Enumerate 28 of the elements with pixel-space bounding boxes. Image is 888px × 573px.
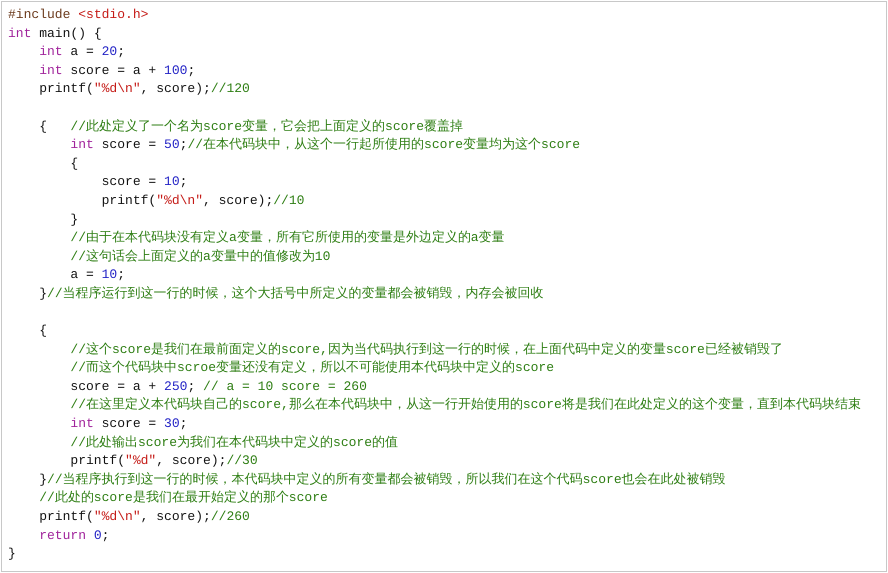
code-line: int score = 30; — [70, 415, 188, 434]
code-line: //此处的score是我们在最开始定义的那个score — [39, 489, 328, 508]
code-line: //这个score是我们在最前面定义的score,因为当代码执行到这一行的时候，在上面代码中定义的变量score已经被销毁了 — [70, 340, 783, 359]
code-line: //这句话会上面定义的a变量中的值修改为10 — [70, 248, 330, 266]
code-line: printf("%d", score);//30 — [70, 452, 258, 470]
code-line: //由于在本代码块没有定义a变量，所有它所使用的变量是外边定义的a变量 — [70, 229, 505, 248]
code-line: printf("%d\n", score);//260 — [39, 508, 250, 526]
code-line: }//当程序执行到这一行的时候，本代码块中定义的所有变量都会被销毁，所以我们在这个代码score也会在此处被销毁 — [39, 470, 726, 489]
code-line: }//当程序运行到这一行的时候，这个大括号中所定义的变量都会被销毁，内存会被回收 — [39, 284, 544, 303]
code-line: } — [8, 545, 16, 564]
code-line: score = 10; — [102, 173, 188, 192]
code-line: int a = 20; — [39, 43, 126, 62]
code-line: { //此处定义了一个名为score变量，它会把上面定义的score覆盖掉 — [39, 118, 464, 136]
code-line: a = 10; — [70, 266, 126, 284]
code-line: #include <stdio.h> — [8, 6, 148, 24]
code-line: //而这个代码块中scroe变量还没有定义，所以不可能使用本代码块中定义的score — [70, 359, 554, 378]
code-line: score = a + 250; // a = 10 score = 260 — [70, 378, 367, 396]
code-line: { — [70, 154, 78, 173]
code-line: int score = 50;//在本代码块中，从这个一行起所使用的score变量均为这个score — [70, 136, 580, 154]
code-line: { — [39, 322, 48, 340]
code-line: int score = a + 100; — [39, 62, 196, 80]
code-line: printf("%d\n", score);//120 — [39, 80, 250, 98]
code-line: //在这里定义本代码块自己的score,那么在本代码块中，从这一行开始使用的score将是我们在此处定义的这个变量，直到本代码块结束 — [70, 396, 861, 414]
code-line: return 0; — [39, 526, 110, 545]
code-line: //此处输出score为我们在本代码块中定义的score的值 — [70, 434, 398, 452]
code-line: int main() { — [8, 24, 102, 43]
code-line: } — [70, 210, 78, 229]
code-line: printf("%d\n", score);//10 — [102, 192, 304, 210]
